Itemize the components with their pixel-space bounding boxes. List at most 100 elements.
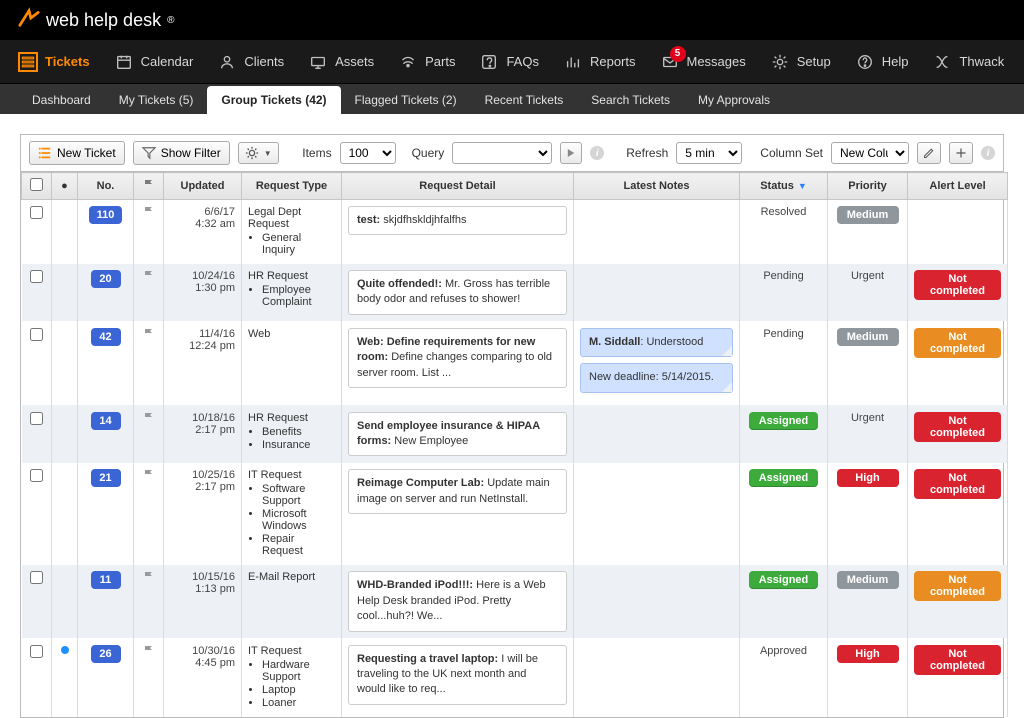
nav-item-thwack[interactable]: Thwack: [932, 52, 1004, 72]
nav-item-assets[interactable]: Assets: [308, 52, 374, 72]
cell-flag: [134, 200, 164, 264]
status-pill: Assigned: [749, 412, 819, 430]
nav-item-calendar[interactable]: Calendar: [114, 52, 194, 72]
funnel-icon: [142, 146, 156, 160]
ticket-number-badge[interactable]: 20: [91, 270, 121, 288]
cell-priority: Urgent: [828, 264, 908, 322]
col-header-checkbox[interactable]: [22, 173, 52, 200]
col-header-status[interactable]: Status▼: [740, 173, 828, 200]
request-type-name: IT Request: [248, 469, 335, 481]
subnav-item[interactable]: Recent Tickets: [471, 86, 578, 114]
subnav-item[interactable]: My Tickets (5): [105, 86, 208, 114]
table-row[interactable]: 1110/15/161:13 pmE-Mail ReportWHD-Brande…: [22, 565, 1008, 638]
col-header-no[interactable]: No.: [78, 173, 134, 200]
col-header-flag[interactable]: [134, 173, 164, 200]
show-filter-button[interactable]: Show Filter: [133, 141, 230, 165]
nav-item-faqs[interactable]: FAQs: [479, 52, 539, 72]
ticket-number-badge[interactable]: 14: [91, 412, 121, 430]
request-detail-box[interactable]: Quite offended!: Mr. Gross has terrible …: [348, 270, 567, 315]
row-checkbox[interactable]: [30, 469, 43, 482]
col-header-request-detail[interactable]: Request Detail: [342, 173, 574, 200]
request-detail-box[interactable]: Reimage Computer Lab: Update main image …: [348, 469, 567, 514]
row-checkbox[interactable]: [30, 328, 43, 341]
col-header-indicator[interactable]: ●: [52, 173, 78, 200]
cell-no: 110: [78, 200, 134, 264]
refresh-label: Refresh: [626, 146, 668, 160]
note-box[interactable]: New deadline: 5/14/2015.: [580, 363, 733, 392]
cell-request-type: E-Mail Report: [242, 565, 342, 638]
edit-column-set-button[interactable]: [917, 142, 941, 164]
nav-item-parts[interactable]: Parts: [398, 52, 455, 72]
col-header-priority[interactable]: Priority: [828, 173, 908, 200]
nav-item-clients[interactable]: Clients: [217, 52, 284, 72]
request-detail-box[interactable]: test: skjdfhskldjhfalfhs: [348, 206, 567, 235]
ticket-number-badge[interactable]: 21: [91, 469, 121, 487]
ticket-number-badge[interactable]: 26: [91, 645, 121, 663]
flag-icon[interactable]: [143, 273, 155, 285]
refresh-select[interactable]: 5 min: [676, 142, 742, 164]
ticket-number-badge[interactable]: 42: [91, 328, 121, 346]
flag-icon[interactable]: [143, 331, 155, 343]
cell-flag: [134, 264, 164, 322]
flag-icon[interactable]: [143, 472, 155, 484]
request-type-item: Hardware Support: [262, 659, 335, 683]
request-detail-box[interactable]: Send employee insurance & HIPAA forms: N…: [348, 412, 567, 457]
table-row[interactable]: 2610/30/164:45 pmIT RequestHardware Supp…: [22, 638, 1008, 716]
col-header-updated[interactable]: Updated: [164, 173, 242, 200]
content-area: New Ticket Show Filter ▼ Items 100 Query…: [0, 114, 1024, 718]
nav-item-reports[interactable]: Reports: [563, 52, 636, 72]
items-select[interactable]: 100: [340, 142, 396, 164]
table-row[interactable]: 1410/18/162:17 pmHR RequestBenefitsInsur…: [22, 405, 1008, 463]
query-label: Query: [412, 146, 445, 160]
flag-icon[interactable]: [143, 574, 155, 586]
table-row[interactable]: 4211/4/1612:24 pmWebWeb: Define requirem…: [22, 321, 1008, 405]
table-row[interactable]: 2110/25/162:17 pmIT RequestSoftware Supp…: [22, 463, 1008, 565]
column-set-select[interactable]: New Column: [831, 142, 909, 164]
query-select[interactable]: [452, 142, 552, 164]
request-detail-box[interactable]: Web: Define requirements for new room: D…: [348, 328, 567, 388]
row-checkbox[interactable]: [30, 645, 43, 658]
add-column-set-button[interactable]: [949, 142, 973, 164]
row-checkbox[interactable]: [30, 571, 43, 584]
col-header-request-type[interactable]: Request Type: [242, 173, 342, 200]
column-set-info-icon[interactable]: i: [981, 146, 995, 160]
nav-item-messages[interactable]: 5Messages: [660, 52, 746, 72]
row-checkbox[interactable]: [30, 270, 43, 283]
subnav-item[interactable]: Search Tickets: [577, 86, 684, 114]
subnav-item[interactable]: Dashboard: [18, 86, 105, 114]
row-checkbox[interactable]: [30, 206, 43, 219]
settings-gear-button[interactable]: ▼: [238, 142, 279, 164]
status-text: Approved: [760, 645, 807, 657]
select-all-checkbox[interactable]: [30, 178, 43, 191]
nav-item-help[interactable]: Help: [855, 52, 909, 72]
subnav-item[interactable]: My Approvals: [684, 86, 784, 114]
priority-text: Urgent: [851, 412, 884, 424]
alert-pill: Not completed: [914, 645, 1001, 675]
subnav-item[interactable]: Flagged Tickets (2): [341, 86, 471, 114]
note-box[interactable]: M. Siddall: Understood: [580, 328, 733, 357]
alert-pill: Not completed: [914, 571, 1001, 601]
request-detail-box[interactable]: WHD-Branded iPod!!!: Here is a Web Help …: [348, 571, 567, 631]
ticket-number-badge[interactable]: 11: [91, 571, 121, 589]
cell-request-detail: test: skjdfhskldjhfalfhs: [342, 200, 574, 264]
nav-item-setup[interactable]: Setup: [770, 52, 831, 72]
ticket-number-badge[interactable]: 110: [89, 206, 123, 224]
cell-alert: Not completed: [908, 565, 1008, 638]
cell-no: 20: [78, 264, 134, 322]
flag-icon[interactable]: [143, 415, 155, 427]
nav-label: Messages: [687, 54, 746, 69]
col-header-latest-notes[interactable]: Latest Notes: [574, 173, 740, 200]
new-ticket-button[interactable]: New Ticket: [29, 141, 125, 165]
nav-item-tickets[interactable]: Tickets: [18, 52, 90, 72]
subnav-item[interactable]: Group Tickets (42): [207, 86, 340, 114]
row-checkbox[interactable]: [30, 412, 43, 425]
run-query-button[interactable]: [560, 142, 582, 164]
request-detail-box[interactable]: Requesting a travel laptop: I will be tr…: [348, 645, 567, 705]
query-info-icon[interactable]: i: [590, 146, 604, 160]
col-header-alert-level[interactable]: Alert Level: [908, 173, 1008, 200]
table-row[interactable]: 1106/6/174:32 amLegal Dept RequestGenera…: [22, 200, 1008, 264]
priority-pill: Medium: [837, 328, 899, 346]
table-row[interactable]: 2010/24/161:30 pmHR RequestEmployee Comp…: [22, 264, 1008, 322]
flag-icon[interactable]: [143, 209, 155, 221]
flag-icon[interactable]: [143, 648, 155, 660]
